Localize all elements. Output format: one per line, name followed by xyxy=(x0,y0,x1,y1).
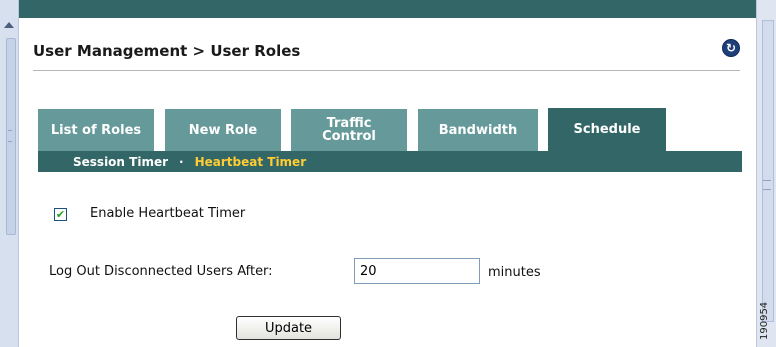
checkmark-icon: ✔ xyxy=(55,208,66,221)
top-banner-bar xyxy=(19,0,756,18)
tab-traffic-control[interactable]: Traffic Control xyxy=(291,109,407,151)
left-scrollbar[interactable] xyxy=(0,0,19,347)
tab-label: Bandwidth xyxy=(438,122,518,138)
enable-heartbeat-label: Enable Heartbeat Timer xyxy=(90,206,246,221)
refresh-icon[interactable]: ↻ xyxy=(722,39,740,57)
update-button[interactable]: Update xyxy=(236,316,341,340)
tab-schedule[interactable]: Schedule xyxy=(548,108,666,151)
tab-bandwidth[interactable]: Bandwidth xyxy=(418,109,538,151)
tab-label: New Role xyxy=(188,122,258,138)
scrollbar-grip-icon xyxy=(763,180,771,190)
figure-id: 190954 xyxy=(759,301,770,340)
right-scrollbar[interactable]: 190954 xyxy=(756,0,776,347)
subtab-heartbeat-timer[interactable]: Heartbeat Timer xyxy=(195,155,307,169)
subtab-session-timer[interactable]: Session Timer xyxy=(73,155,168,169)
tab-list-of-roles[interactable]: List of Roles xyxy=(38,109,154,151)
page-title: User Management > User Roles xyxy=(33,42,301,60)
subnav-separator: · xyxy=(179,154,184,169)
scroll-up-arrow-icon[interactable] xyxy=(4,22,14,28)
subnav-bar: Session Timer · Heartbeat Timer xyxy=(38,151,742,172)
scrollbar-track[interactable] xyxy=(762,20,774,322)
tab-label: Traffic Control xyxy=(322,116,376,144)
tab-label: List of Roles xyxy=(50,122,142,138)
logout-after-label: Log Out Disconnected Users After: xyxy=(49,264,273,279)
logout-minutes-input[interactable] xyxy=(354,258,480,284)
tab-label: Schedule xyxy=(573,122,641,137)
header-divider xyxy=(33,70,740,71)
scrollbar-grip-icon xyxy=(8,130,12,142)
enable-heartbeat-checkbox[interactable]: ✔ xyxy=(54,208,67,221)
tab-new-role[interactable]: New Role xyxy=(165,109,281,151)
minutes-unit-label: minutes xyxy=(488,265,541,280)
